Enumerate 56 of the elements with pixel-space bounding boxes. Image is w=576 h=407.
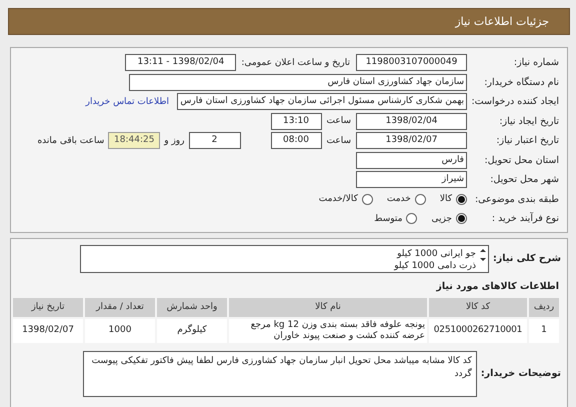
text-field[interactable]: سازمان جهاد کشاورزی استان فارس [129, 74, 467, 91]
radio-label: خدمت [386, 194, 411, 204]
radio-button[interactable] [362, 194, 373, 205]
table-cell: 1000 [85, 318, 155, 342]
field-label: ساعت [326, 116, 351, 126]
table-cell: 0251000262710001 [429, 318, 527, 342]
text-field[interactable]: شیراز [356, 171, 467, 188]
header-bar: جزئیات اطلاعات نیاز [8, 8, 570, 35]
field-label: شماره نیاز: [512, 57, 559, 68]
radio-label: کالا [440, 194, 452, 204]
text-field[interactable]: 13:10 [270, 112, 322, 130]
radio-label: متوسط [374, 214, 402, 224]
field-label: ساعت باقی مانده [37, 136, 104, 146]
field-label: توضیحات خریدار: [480, 368, 561, 379]
text-field[interactable]: 1198003107000049 [356, 54, 467, 72]
text-field[interactable]: فارس [356, 152, 467, 169]
text-field[interactable]: 1398/02/04 - 13:11 [125, 54, 236, 72]
text-field[interactable]: 1398/02/04 [356, 112, 467, 130]
table-cell: 1 [529, 318, 559, 342]
field-label: ساعت [326, 136, 351, 146]
contact-link[interactable]: اطلاعات تماس خریدار [86, 96, 169, 107]
radio-label: جزیی [431, 214, 452, 224]
field-label: روز و [164, 136, 184, 146]
radio-button[interactable] [414, 194, 426, 205]
field-label: نوع فرآیند خرید : [490, 213, 559, 224]
column-header: ردیف [529, 298, 559, 316]
column-header: واحد شمارش [157, 298, 227, 316]
radio-button[interactable] [406, 213, 418, 224]
field-label: تاریخ اعتبار نیاز: [495, 135, 559, 146]
field-label: ایجاد کننده درخواست: [470, 96, 559, 108]
field-label: شرح کلی نیاز: [492, 253, 561, 264]
table-cell: 1398/02/07 [13, 318, 83, 342]
radio-label: کالا/خدمت [318, 194, 358, 204]
field-label: تاریخ و ساعت اعلان عمومی: [241, 58, 350, 68]
description-field[interactable]: جو ایرانی 1000 کیلو ذرت دامی 1000 کیلو [80, 244, 489, 272]
section-title: اطلاعات کالاهای مورد نیاز [435, 280, 559, 292]
column-header: نام کالا [229, 298, 427, 316]
field-label: استان محل تحویل: [483, 154, 559, 166]
column-header: تاریخ نیاز [13, 298, 83, 316]
text-field[interactable]: 2 [188, 132, 240, 150]
table-cell: کیلوگرم [157, 318, 227, 342]
spinner-icon[interactable] [480, 248, 486, 262]
text-field[interactable]: 18:44:25 [108, 132, 160, 150]
field-label: طبقه بندی موضوعی: [474, 194, 559, 205]
field-label: شهر محل تحویل: [489, 174, 559, 186]
text-field[interactable]: بهمن شکاری کارشناس مسئول اجرائی سازمان جهاد کشاورزی استان فارس [177, 93, 467, 110]
field-label: تاریخ ایجاد نیاز: [498, 116, 559, 127]
column-header: تعداد / مقدار [85, 298, 155, 316]
notes-field[interactable]: کد کالا مشابه میباشد محل تحویل انبار سازمان جهاد کشاورزی فارس لطفا پیش فاکتور تفکیکی پیوست گردد [82, 350, 477, 396]
column-header: کد کالا [429, 298, 527, 316]
table-cell: یونجه علوفه فاقد بسته بندی وزن 12 kg مرجع عرضه کننده کشت و صنعت پیوند خاوران [229, 318, 427, 342]
text-field[interactable]: 1398/02/07 [356, 132, 467, 150]
radio-button[interactable] [456, 213, 467, 224]
radio-button[interactable] [456, 194, 467, 205]
field-label: نام دستگاه خریدار: [483, 76, 559, 88]
text-field[interactable]: 08:00 [270, 132, 322, 150]
